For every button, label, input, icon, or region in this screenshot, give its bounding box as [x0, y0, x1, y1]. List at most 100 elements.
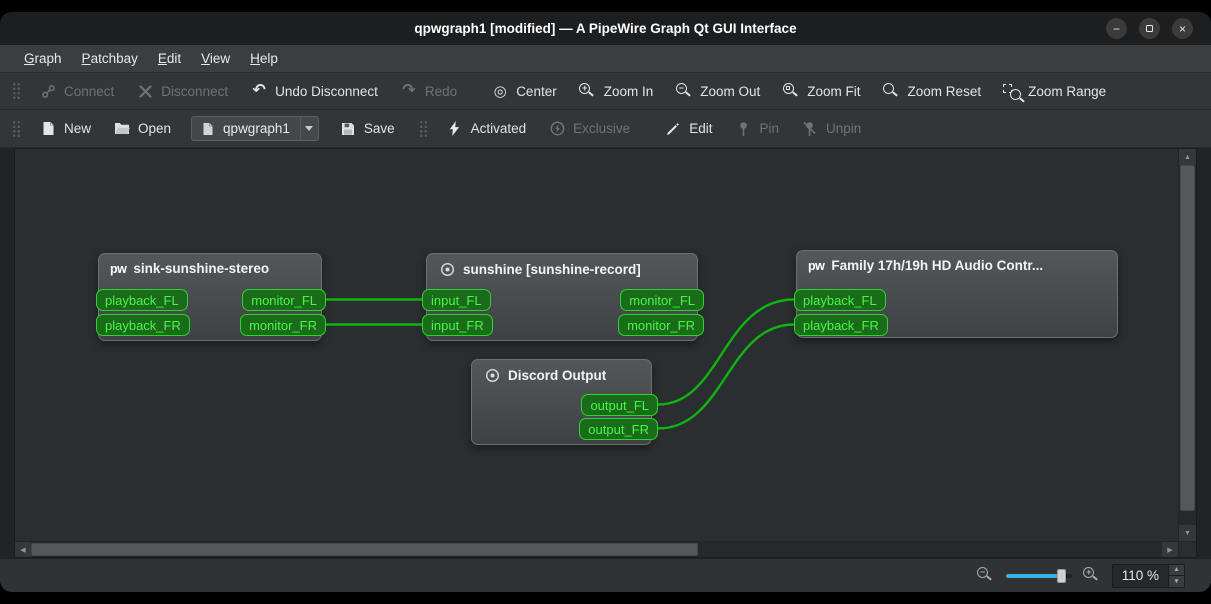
- port-monitor-fl[interactable]: monitor_FL: [242, 289, 326, 311]
- edit-pencil-icon: [664, 120, 682, 137]
- spin-up-arrow-icon[interactable]: ▲: [1169, 564, 1184, 575]
- redo-icon: ↷: [402, 82, 416, 99]
- zoom-fit-button[interactable]: Zoom Fit: [772, 77, 870, 105]
- zoom-range-button[interactable]: Zoom Range: [993, 77, 1116, 105]
- central-area: pw sink-sunshine-stereo sunshine [sunshi…: [0, 148, 1211, 558]
- horizontal-scrollbar-thumb[interactable]: [31, 543, 699, 556]
- pin-button[interactable]: Pin: [724, 115, 789, 143]
- minimize-icon: −: [1112, 21, 1120, 36]
- spin-buttons: ▲ ▼: [1168, 564, 1184, 587]
- port-monitor-fr[interactable]: monitor_FR: [240, 314, 326, 336]
- app-window: qpwgraph1 [modified] — A PipeWire Graph …: [0, 12, 1211, 592]
- zoom-out-button[interactable]: − Zoom Out: [665, 77, 770, 105]
- exclusive-icon: [548, 120, 566, 137]
- zoom-in-icon[interactable]: +: [1083, 567, 1101, 584]
- file-toolbar: New Open qpwgraph1 Save Activated Exclus…: [0, 110, 1211, 148]
- toolbar-drag-handle[interactable]: [418, 118, 428, 139]
- connections-layer: [325, 298, 795, 430]
- titlebar[interactable]: qpwgraph1 [modified] — A PipeWire Graph …: [0, 12, 1211, 45]
- menu-view[interactable]: View: [191, 45, 240, 72]
- combo-dropdown-arrow-icon[interactable]: [299, 117, 318, 140]
- port-monitor-fl[interactable]: monitor_FL: [620, 289, 704, 311]
- scroll-up-arrow-icon[interactable]: ▲: [1179, 149, 1196, 165]
- open-folder-icon: [113, 120, 131, 137]
- button-label: Zoom Range: [1028, 83, 1107, 99]
- vertical-scrollbar-track[interactable]: [1179, 165, 1196, 525]
- graph-toolbar: Connect Disconnect ↶ Undo Disconnect ↷ R…: [0, 73, 1211, 110]
- toolbar-drag-handle[interactable]: [12, 118, 21, 139]
- center-button[interactable]: ◎ Center: [481, 77, 567, 105]
- menubar: Graph Patchbay Edit View Help: [0, 45, 1211, 73]
- port-input-fr[interactable]: input_FR: [422, 314, 493, 336]
- patchbay-file-icon: [199, 120, 217, 137]
- menu-label: Patchbay: [81, 51, 138, 66]
- new-file-icon: [39, 120, 57, 137]
- save-button[interactable]: Save: [329, 115, 405, 143]
- statusbar: − + 110 % ▲ ▼: [0, 558, 1211, 592]
- disconnect-button[interactable]: Disconnect: [126, 77, 238, 105]
- pin-icon: [734, 120, 752, 137]
- maximize-button[interactable]: [1139, 18, 1160, 39]
- patchbay-combo[interactable]: qpwgraph1: [191, 116, 319, 141]
- patchbay-combo-value: qpwgraph1: [223, 121, 290, 136]
- toolbar-drag-handle[interactable]: [12, 81, 21, 101]
- scroll-right-arrow-icon[interactable]: ▶: [1162, 542, 1178, 557]
- button-label: Pin: [759, 121, 779, 136]
- button-label: Activated: [470, 121, 527, 136]
- undo-icon: ↶: [252, 82, 266, 99]
- port-playback-fl[interactable]: playback_FL: [96, 289, 188, 311]
- graph-view-frame: pw sink-sunshine-stereo sunshine [sunshi…: [14, 148, 1197, 558]
- port-playback-fr[interactable]: playback_FR: [96, 314, 190, 336]
- port-monitor-fr[interactable]: monitor_FR: [618, 314, 704, 336]
- connect-button[interactable]: Connect: [29, 77, 124, 105]
- port-playback-fr[interactable]: playback_FR: [794, 314, 888, 336]
- horizontal-scrollbar[interactable]: ◀ ▶: [15, 541, 1178, 557]
- edit-button[interactable]: Edit: [654, 115, 722, 143]
- zoom-fit-icon: [782, 82, 800, 100]
- scrollbar-corner: [1178, 541, 1196, 557]
- minimize-button[interactable]: −: [1106, 18, 1127, 39]
- port-input-fl[interactable]: input_FL: [422, 289, 491, 311]
- menu-patchbay[interactable]: Patchbay: [72, 45, 148, 72]
- open-button[interactable]: Open: [103, 115, 181, 143]
- zoom-value[interactable]: 110 %: [1113, 565, 1168, 587]
- port-playback-fl[interactable]: playback_FL: [794, 289, 886, 311]
- graph-canvas[interactable]: pw sink-sunshine-stereo sunshine [sunshi…: [15, 149, 1178, 541]
- connection-cable[interactable]: [657, 323, 795, 430]
- zoom-reset-button[interactable]: Zoom Reset: [873, 77, 992, 105]
- vertical-scrollbar[interactable]: ▲ ▼: [1178, 149, 1196, 541]
- button-label: Connect: [64, 83, 115, 99]
- menu-graph[interactable]: Graph: [14, 45, 72, 72]
- button-label: Open: [138, 121, 172, 136]
- vertical-scrollbar-thumb[interactable]: [1180, 165, 1195, 511]
- button-label: Save: [363, 121, 395, 136]
- new-button[interactable]: New: [29, 115, 101, 143]
- menu-help[interactable]: Help: [240, 45, 288, 72]
- zoom-reset-icon: [883, 82, 901, 100]
- zoom-slider-handle[interactable]: [1057, 568, 1067, 583]
- unpin-button[interactable]: Unpin: [791, 115, 871, 143]
- scroll-down-arrow-icon[interactable]: ▼: [1179, 525, 1196, 541]
- menu-label: Help: [250, 51, 278, 66]
- activated-lightning-icon: [446, 120, 464, 137]
- redo-button[interactable]: ↷ Redo: [390, 77, 467, 105]
- scroll-left-arrow-icon[interactable]: ◀: [15, 542, 31, 557]
- undo-disconnect-button[interactable]: ↶ Undo Disconnect: [240, 77, 388, 105]
- close-button[interactable]: ×: [1172, 18, 1193, 39]
- horizontal-scrollbar-track[interactable]: [31, 542, 1162, 557]
- exclusive-button[interactable]: Exclusive: [538, 115, 640, 143]
- menu-edit[interactable]: Edit: [148, 45, 191, 72]
- zoom-out-icon[interactable]: −: [977, 567, 995, 584]
- center-icon: ◎: [493, 82, 507, 100]
- zoom-slider-fill: [1005, 573, 1062, 578]
- zoom-in-button[interactable]: + Zoom In: [569, 77, 664, 105]
- zoom-spinbox[interactable]: 110 % ▲ ▼: [1111, 563, 1185, 588]
- zoom-slider[interactable]: [1005, 568, 1072, 584]
- button-label: New: [64, 121, 92, 136]
- spin-down-arrow-icon[interactable]: ▼: [1169, 575, 1184, 587]
- port-output-fr[interactable]: output_FR: [579, 418, 658, 440]
- button-label: Zoom Out: [700, 83, 761, 99]
- port-output-fl[interactable]: output_FL: [581, 394, 658, 416]
- activated-button[interactable]: Activated: [436, 115, 537, 143]
- button-label: Disconnect: [161, 83, 229, 99]
